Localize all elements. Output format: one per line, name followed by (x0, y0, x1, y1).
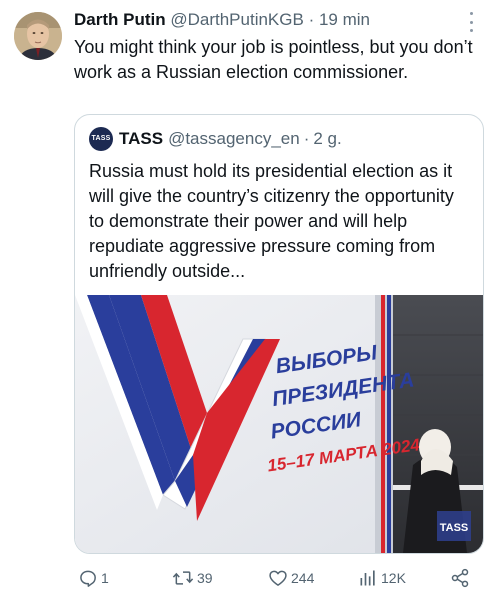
quote-header: TASS TASS @tassagency_en · 2 g. (89, 127, 342, 151)
quote-author-handle: @tassagency_en (168, 129, 300, 148)
quoted-tweet[interactable]: TASS TASS @tassagency_en · 2 g. Russia m… (74, 114, 484, 554)
image-watermark: TASS (440, 522, 469, 534)
tweet-time[interactable]: 19 min (319, 10, 370, 29)
repost-button[interactable]: 39 (172, 566, 213, 590)
repost-count: 39 (197, 570, 213, 586)
views-icon (360, 570, 375, 586)
like-count: 244 (291, 570, 315, 586)
election-banner-photo: ВЫБОРЫ ПРЕЗИДЕНТА РОССИИ 15–17 МАРТА 202… (75, 295, 483, 553)
tweet-text: You might think your job is pointless, b… (74, 37, 473, 82)
reply-count: 1 (101, 570, 109, 586)
quote-separator: · (303, 129, 310, 148)
like-button[interactable]: 244 (268, 566, 314, 590)
separator: · (308, 10, 315, 29)
author-avatar[interactable] (14, 12, 62, 60)
quote-text: Russia must hold its presidential electi… (89, 161, 454, 281)
more-icon[interactable] (468, 12, 474, 32)
reply-icon (80, 570, 96, 587)
reply-button[interactable]: 1 (78, 566, 109, 590)
tass-logo: TASS (89, 127, 113, 151)
share-button[interactable] (450, 566, 470, 590)
quote-time: 2 g. (313, 129, 342, 148)
author-name[interactable]: Darth Putin (74, 10, 166, 29)
quote-image[interactable]: ВЫБОРЫ ПРЕЗИДЕНТА РОССИИ 15–17 МАРТА 202… (75, 295, 483, 553)
tweet-actions: 1 39 244 12K (74, 566, 484, 590)
views-count: 12K (381, 570, 406, 586)
tweet-header: Darth Putin @DarthPutinKGB · 19 min (74, 10, 370, 30)
author-handle[interactable]: @DarthPutinKGB (170, 10, 303, 29)
share-icon (451, 568, 469, 588)
quote-author-name: TASS (119, 129, 164, 148)
tweet[interactable]: Darth Putin @DarthPutinKGB · 19 min You … (0, 0, 496, 600)
repost-icon (172, 571, 194, 585)
views-button[interactable]: 12K (358, 566, 406, 590)
avatar-image (14, 12, 62, 60)
like-icon (269, 570, 287, 586)
